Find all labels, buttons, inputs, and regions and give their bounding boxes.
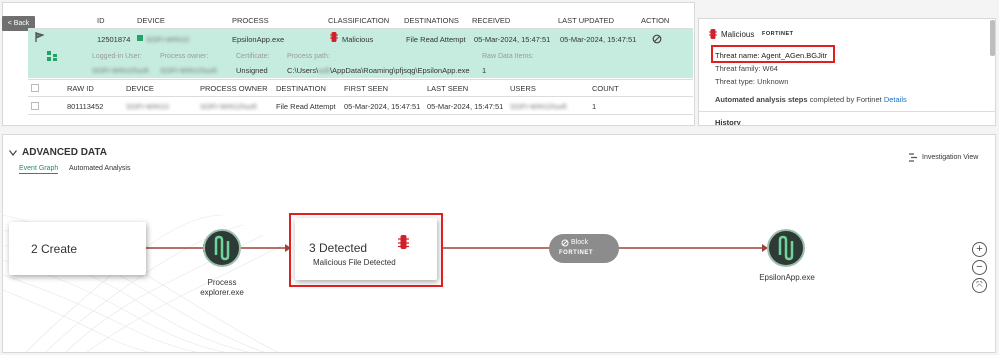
block-vendor-logo: FORTINET: [559, 250, 593, 256]
malicious-bug-icon: [709, 29, 717, 39]
sub-header-last-seen[interactable]: LAST SEEN: [427, 84, 468, 93]
event-destination: File Read Attempt: [406, 35, 466, 44]
sub-header-destination[interactable]: DESTINATION: [276, 84, 326, 93]
logged-in-label: Logged-in User:: [92, 53, 142, 60]
col-header-device[interactable]: DEVICE: [137, 16, 165, 25]
raw-first-seen: 05-Mar-2024, 15:47:51: [344, 102, 421, 111]
file-icon: [778, 235, 794, 261]
create-node[interactable]: 2 Create: [9, 222, 146, 275]
certificate-label: Certificate:: [236, 53, 270, 60]
threat-type: Threat type: Unknown: [715, 77, 789, 86]
detected-node-highlight: [289, 213, 443, 287]
process-tree-icon: [47, 51, 57, 61]
raw-destination: File Read Attempt: [276, 102, 336, 111]
raw-row-checkbox[interactable]: [31, 102, 39, 110]
event-graph-edges: [146, 244, 768, 252]
col-header-process[interactable]: PROCESS: [232, 16, 269, 25]
event-device: SOFI-WIN10: [146, 35, 189, 44]
path-prefix: C:\Users\: [287, 66, 319, 75]
side-classification: Malicious: [721, 30, 755, 39]
event-id: 12501874: [97, 35, 131, 44]
event-classification: Malicious: [342, 35, 374, 44]
sub-header-count[interactable]: COUNT: [592, 84, 619, 93]
malicious-bug-icon: [330, 32, 338, 42]
block-icon: [561, 239, 569, 247]
process-path-value: C:\Users\sofi\AppData\Roaming\pfjsqg\Eps…: [287, 66, 470, 75]
device-status-icon: [137, 35, 143, 41]
automated-analysis-line: Automated analysis steps completed by Fo…: [715, 95, 907, 104]
col-header-action[interactable]: ACTION: [641, 16, 669, 25]
select-all-checkbox[interactable]: [31, 84, 39, 92]
divider: [28, 114, 693, 115]
sub-header-raw-id[interactable]: RAW ID: [67, 84, 94, 93]
raw-id: 801113452: [67, 102, 104, 111]
divider: [28, 79, 693, 80]
path-suffix: \AppData\Roaming\pfjsqg\EpsilonApp.exe: [329, 66, 470, 75]
process-path-label: Process path:: [287, 53, 330, 60]
raw-data-value: 1: [482, 66, 487, 75]
divider: [28, 96, 693, 97]
details-link[interactable]: Details: [884, 95, 907, 104]
event-received: 05-Mar-2024, 15:47:51: [474, 35, 551, 44]
sub-header-users[interactable]: USERS: [510, 84, 536, 93]
flag-icon[interactable]: [35, 32, 44, 42]
auto-prefix: Automated analysis steps: [715, 95, 808, 104]
exclude-action-icon[interactable]: [652, 34, 662, 44]
process-owner-value: SOFI-WIN10\sofi: [160, 66, 217, 75]
col-header-destinations[interactable]: DESTINATIONS: [404, 16, 459, 25]
fit-to-screen-button[interactable]: ⤧: [972, 278, 987, 293]
logged-in-value: SOFI-WIN10\sofi: [92, 66, 149, 75]
block-node[interactable]: Block FORTINET: [549, 234, 619, 263]
col-header-received[interactable]: RECEIVED: [472, 16, 510, 25]
zoom-in-button[interactable]: +: [972, 242, 987, 257]
history-heading[interactable]: History: [715, 118, 741, 125]
process-node[interactable]: [203, 229, 241, 267]
auto-mid: completed by Fortinet: [807, 95, 884, 104]
event-process: EpsilonApp.exe: [232, 35, 285, 44]
path-user: sofi: [318, 66, 330, 75]
col-header-classification[interactable]: CLASSIFICATION: [328, 16, 389, 25]
process-owner-label: Process owner:: [160, 53, 209, 60]
raw-device: SOFI-WIN10: [126, 102, 169, 111]
col-header-id[interactable]: ID: [97, 16, 105, 25]
sub-header-process-owner[interactable]: PROCESS OWNER: [200, 84, 268, 93]
sub-header-first-seen[interactable]: FIRST SEEN: [344, 84, 388, 93]
fortinet-logo: FORTINET: [762, 31, 794, 37]
certificate-value: Unsigned: [236, 66, 268, 75]
process-node-label: Process explorer.exe: [200, 278, 244, 297]
process-icon: [214, 235, 230, 261]
divider: [699, 111, 995, 112]
zoom-out-button[interactable]: −: [972, 260, 987, 275]
raw-data-label: Raw Data Items:: [482, 53, 534, 60]
sub-header-device[interactable]: DEVICE: [126, 84, 154, 93]
threat-name-highlight: [711, 45, 835, 63]
col-header-last-updated[interactable]: LAST UPDATED: [558, 16, 614, 25]
raw-users: SOFI-WIN10\sofi: [510, 102, 567, 111]
threat-family: Threat family: W64: [715, 64, 778, 73]
advanced-data-panel: ADVANCED DATA Event Graph Automated Anal…: [2, 134, 996, 353]
create-node-label: 2 Create: [31, 242, 78, 256]
classification-panel: Malicious FORTINET Threat name: Agent_AG…: [698, 18, 996, 126]
event-last-updated: 05-Mar-2024, 15:47:51: [560, 35, 637, 44]
block-node-label: Block: [571, 239, 589, 246]
target-file-label: EpsilonApp.exe: [759, 273, 815, 282]
target-file-node[interactable]: [767, 229, 805, 267]
raw-count: 1: [592, 102, 597, 111]
raw-process-owner: SOFI-WIN10\sofi: [200, 102, 257, 111]
raw-last-seen: 05-Mar-2024, 15:47:51: [427, 102, 504, 111]
side-panel-scrollbar[interactable]: [990, 20, 995, 56]
